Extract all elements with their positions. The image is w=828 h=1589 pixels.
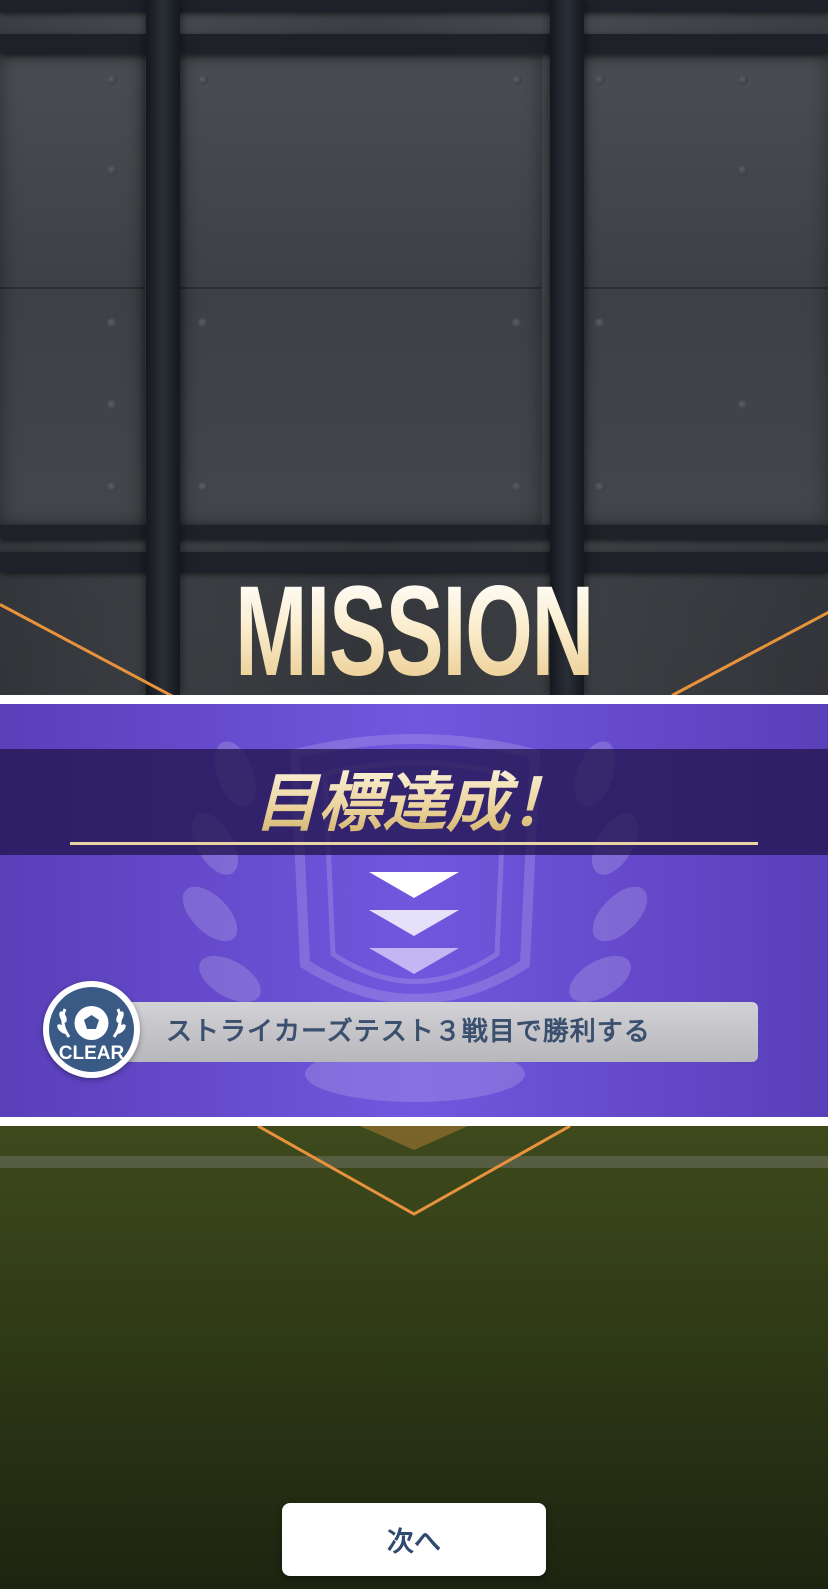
mission-description: ストライカーズテスト３戦目で勝利する bbox=[166, 1017, 651, 1047]
clear-badge: CLEAR bbox=[43, 981, 140, 1078]
soccer-ball-icon bbox=[57, 1006, 126, 1040]
mission-item: ストライカーズテスト３戦目で勝利する bbox=[120, 1002, 758, 1062]
band-border-bottom bbox=[0, 1117, 828, 1126]
chevron-down-icon bbox=[369, 910, 459, 936]
achievement-band: 目標達成！ ストライカーズテスト３戦目で勝利する CLEAR bbox=[0, 704, 828, 1117]
chevron-down-icon bbox=[369, 948, 459, 974]
goal-achieved-title: 目標達成！ bbox=[0, 759, 828, 849]
next-button[interactable]: 次へ bbox=[282, 1503, 546, 1576]
clear-badge-label: CLEAR bbox=[58, 1043, 125, 1064]
band-border-top bbox=[0, 695, 828, 704]
wall-panel bbox=[0, 55, 145, 525]
wall-panel bbox=[577, 55, 828, 525]
mission-clear-title: MISSION CLEAR bbox=[132, 568, 695, 816]
wall-panel bbox=[180, 55, 542, 525]
chevron-down-icon bbox=[369, 872, 459, 898]
orange-accent-lines bbox=[257, 1126, 571, 1216]
gold-divider bbox=[70, 842, 758, 845]
